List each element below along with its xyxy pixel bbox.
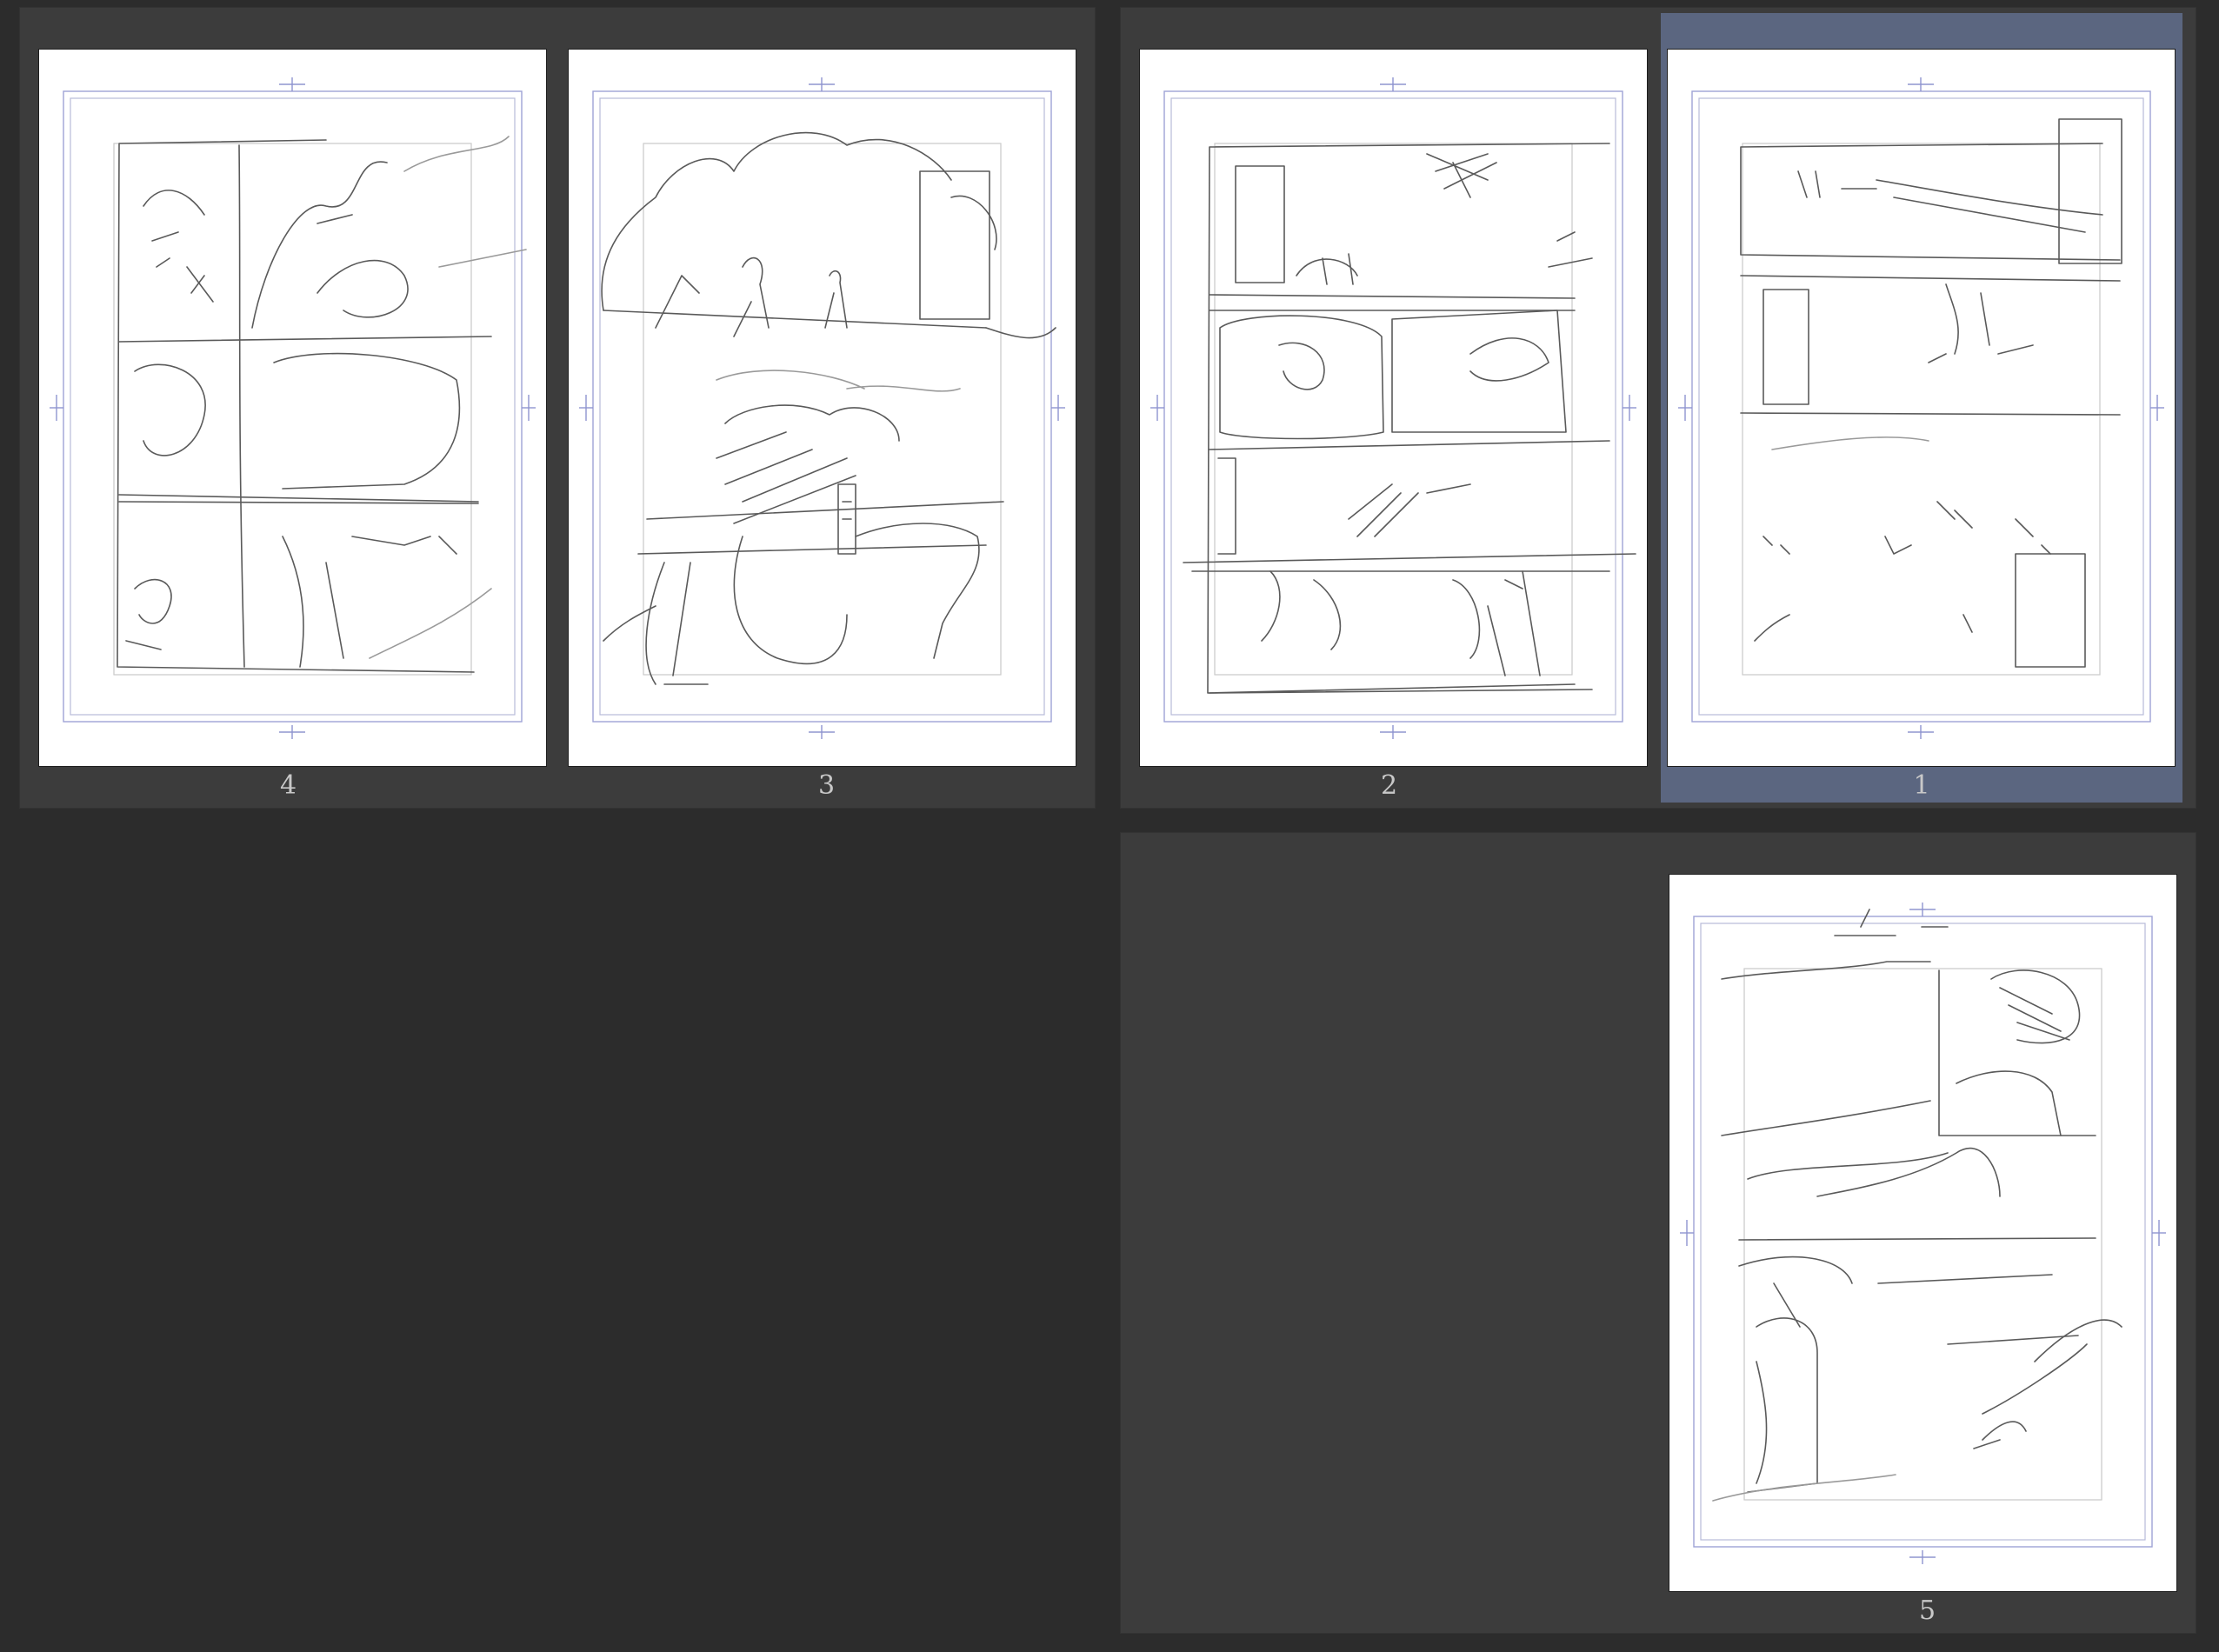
page-5[interactable]: 5 <box>1658 832 2196 1634</box>
page-3-sketch <box>579 77 1065 739</box>
page-4-number: 4 <box>279 770 297 801</box>
page-1-number: 1 <box>1913 770 1930 801</box>
page-4-canvas[interactable] <box>39 50 546 766</box>
spread-page-5[interactable]: 5 <box>1120 832 2196 1634</box>
spread-pages-4-3[interactable]: 4 3 <box>19 7 1096 809</box>
page-5-number: 5 <box>1918 1595 1936 1626</box>
page-1-selected[interactable]: 1 <box>1661 13 2182 803</box>
page-1-sketch <box>1678 77 2164 739</box>
page-3[interactable]: 3 <box>557 7 1096 809</box>
page-4-sketch <box>50 77 536 739</box>
spread-pages-2-1[interactable]: 2 1 <box>1120 7 2196 809</box>
page-2[interactable]: 2 <box>1120 7 1658 809</box>
page-2-sketch <box>1150 77 1636 739</box>
page-5-canvas[interactable] <box>1669 875 2176 1591</box>
page-3-number: 3 <box>817 770 836 801</box>
page-1-canvas[interactable] <box>1668 50 2175 766</box>
page-5-sketch <box>1680 903 2166 1564</box>
page-2-number: 2 <box>1380 770 1398 801</box>
page-4[interactable]: 4 <box>19 7 557 809</box>
page-2-canvas[interactable] <box>1140 50 1647 766</box>
page-3-canvas[interactable] <box>569 50 1076 766</box>
